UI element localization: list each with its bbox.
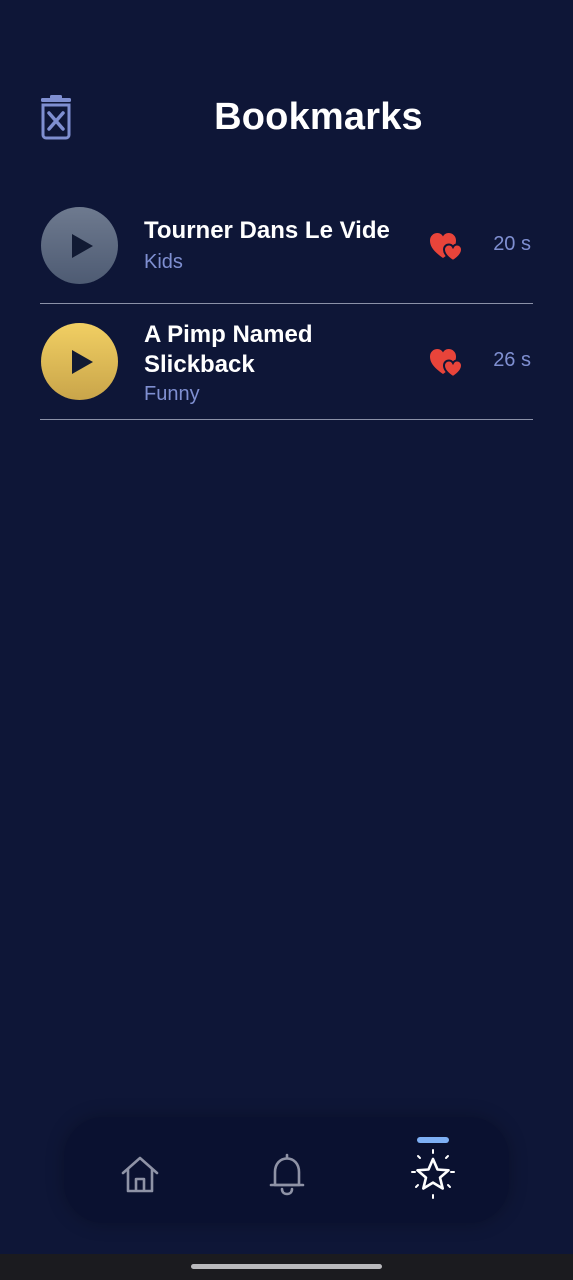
nav-bookmarks[interactable] xyxy=(406,1147,460,1201)
item-category: Funny xyxy=(144,383,200,405)
gesture-home-handle[interactable] xyxy=(191,1264,382,1269)
play-icon xyxy=(72,233,93,258)
favorite-button[interactable] xyxy=(429,346,465,379)
header: Bookmarks xyxy=(0,90,573,146)
bookmark-list: Tourner Dans Le Vide Kids 20 s A Pimp Na… xyxy=(40,188,533,420)
list-item[interactable]: Tourner Dans Le Vide Kids 20 s xyxy=(40,188,533,304)
nav-home[interactable] xyxy=(113,1147,167,1201)
item-info: Tourner Dans Le Vide Kids xyxy=(144,216,414,276)
favorite-button[interactable] xyxy=(429,230,465,263)
item-category: Kids xyxy=(144,251,183,273)
nav-notifications[interactable] xyxy=(260,1147,314,1201)
list-item[interactable]: A Pimp Named Slickback Funny 26 s xyxy=(40,304,533,420)
item-info: A Pimp Named Slickback Funny xyxy=(144,320,414,408)
item-duration: 20 s xyxy=(493,233,531,255)
play-button[interactable] xyxy=(41,323,118,400)
star-icon xyxy=(411,1149,455,1199)
bell-icon xyxy=(269,1153,305,1196)
hearts-icon xyxy=(430,233,464,263)
bookmarks-screen: Bookmarks Tourner Dans Le Vide Kids 20 s xyxy=(0,0,573,1280)
play-icon xyxy=(72,349,93,374)
item-title: A Pimp Named Slickback xyxy=(144,321,313,378)
home-icon xyxy=(121,1156,159,1193)
active-tab-indicator xyxy=(417,1137,449,1143)
page-title: Bookmarks xyxy=(214,96,423,138)
item-duration: 26 s xyxy=(493,349,531,371)
bottom-navigation xyxy=(64,1117,509,1223)
item-title: Tourner Dans Le Vide xyxy=(144,217,390,244)
hearts-icon xyxy=(430,349,464,379)
play-button[interactable] xyxy=(41,207,118,284)
